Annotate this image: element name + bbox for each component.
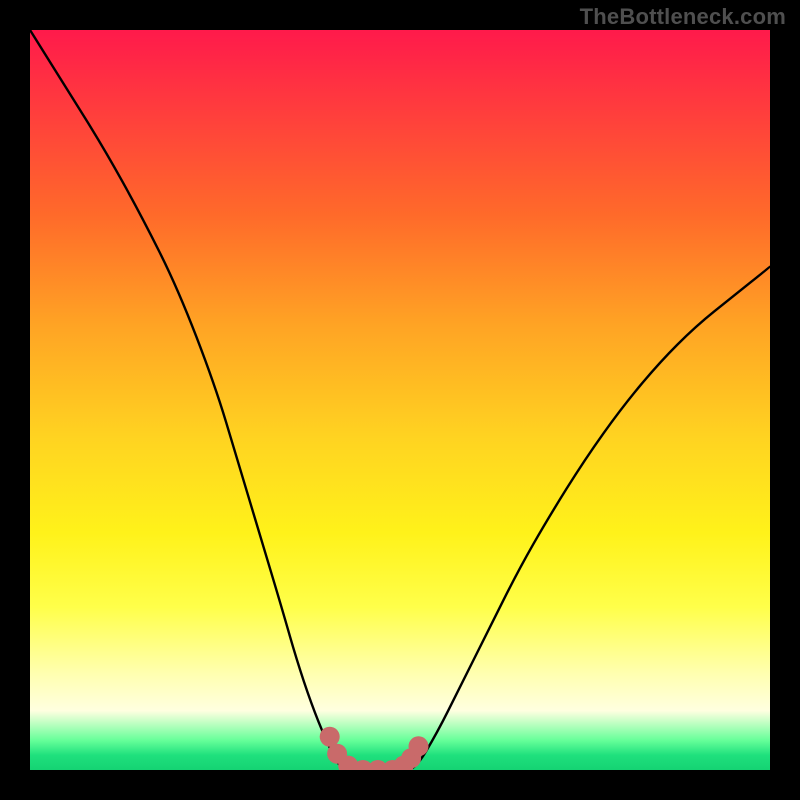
plot-gradient-background — [30, 30, 770, 770]
watermark-text: TheBottleneck.com — [580, 4, 786, 30]
chart-frame: TheBottleneck.com — [0, 0, 800, 800]
